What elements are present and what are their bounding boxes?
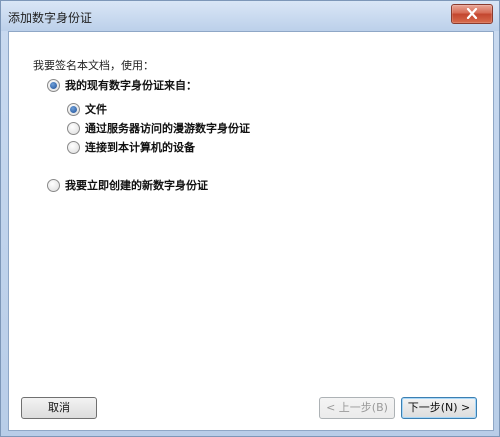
radio-existing-id-label: 我的现有数字身份证来自：	[65, 79, 197, 92]
radio-roaming-id-label: 通过服务器访问的漫游数字身份证	[85, 122, 250, 135]
back-button[interactable]: < 上一步(B)	[319, 397, 395, 419]
radio-device-label: 连接到本计算机的设备	[85, 141, 195, 154]
radio-device-circle[interactable]	[67, 140, 80, 154]
sign-prompt-label: 我要签名本文档，使用：	[33, 59, 154, 72]
radio-device[interactable]: 连接到本计算机的设备	[67, 139, 195, 155]
close-button[interactable]	[451, 4, 493, 24]
radio-roaming-id[interactable]: 通过服务器访问的漫游数字身份证	[67, 120, 250, 136]
title-bar: 添加数字身份证	[1, 1, 499, 31]
radio-new-id-circle[interactable]	[47, 178, 60, 192]
dialog-window: 添加数字身份证 我要签名本文档，使用： 我的现有数字身份证来自： 文件 通过服务…	[0, 0, 500, 437]
radio-new-id-label: 我要立即创建的新数字身份证	[65, 179, 208, 192]
radio-roaming-id-circle[interactable]	[67, 121, 80, 135]
radio-new-id[interactable]: 我要立即创建的新数字身份证	[47, 177, 208, 193]
close-icon	[466, 8, 478, 19]
radio-file-circle[interactable]	[67, 102, 80, 116]
dialog-content: 我要签名本文档，使用： 我的现有数字身份证来自： 文件 通过服务器访问的漫游数字…	[8, 31, 494, 431]
next-button[interactable]: 下一步(N) >	[401, 397, 477, 419]
radio-existing-id-circle[interactable]	[47, 78, 60, 92]
window-title: 添加数字身份证	[8, 11, 93, 25]
radio-existing-id[interactable]: 我的现有数字身份证来自：	[47, 77, 197, 93]
cancel-button[interactable]: 取消	[21, 397, 97, 419]
radio-file-label: 文件	[85, 103, 107, 116]
radio-file[interactable]: 文件	[67, 101, 107, 117]
